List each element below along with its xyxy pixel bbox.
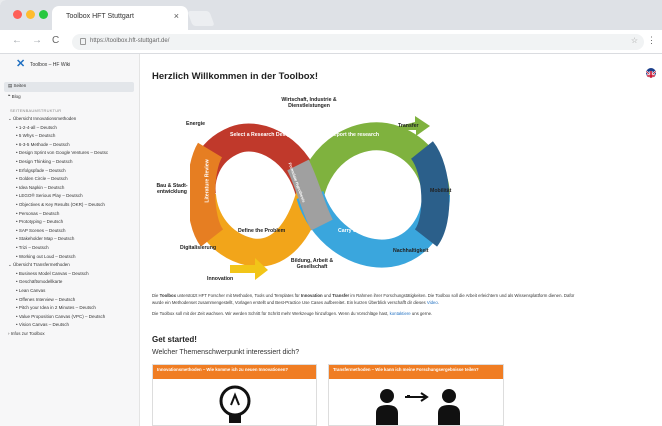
topic-bildung[interactable]: Bildung, Arbeit & Gesellschaft <box>282 258 342 270</box>
card-title: Transfermethoden – Wie kann ich meine Fo… <box>329 365 503 379</box>
label-report-research[interactable]: Report the research <box>330 132 379 138</box>
sidebar: ✕ Toolbox – HF Wiki ▤ Seiten ❝ Blog SEIT… <box>0 54 140 426</box>
contribute-paragraph: Die Toolbox soll mit der Zeit wachsen. W… <box>152 311 433 316</box>
card-transfermethoden[interactable]: Transfermethoden – Wie kann ich meine Fo… <box>328 364 504 426</box>
tree-item[interactable]: • Value Proposition Canvas (VPC) – Deuts… <box>16 314 105 322</box>
uk-flag-icon[interactable] <box>646 68 656 78</box>
contact-link[interactable]: kontaktiere <box>390 311 411 316</box>
topic-question: Welcher Themenschwerpunkt interessiert d… <box>152 349 300 356</box>
segment-interpret-results <box>410 141 450 247</box>
tree-item[interactable]: • Idea Napkin – Deutsch <box>16 185 64 193</box>
tree-item[interactable]: • Pitch your Idea in 2 Minutes – Deutsch <box>16 305 96 313</box>
tree-item[interactable]: • Design Sprint von Google Ventures – De… <box>16 150 108 158</box>
forward-icon[interactable]: → <box>32 35 42 46</box>
label-select-research-design[interactable]: Select a Research Design <box>230 132 293 138</box>
topic-energie[interactable]: Energie <box>186 121 205 127</box>
close-window-button[interactable] <box>13 10 22 19</box>
tree-item[interactable]: • Erfolgspfade – Deutsch <box>16 168 66 176</box>
tree-item[interactable]: • Vision Canvas – Deutsch <box>16 322 69 330</box>
lightbulb-icon <box>219 385 251 423</box>
tree-item[interactable]: • Golden Circle – Deutsch <box>16 176 68 184</box>
topic-nachhaltigkeit[interactable]: Nachhaltigkeit <box>393 248 428 254</box>
address-bar-row: ← → C https://toolbox.hft-stuttgart.de/ … <box>0 30 662 54</box>
tree-item[interactable]: ⌄ Übersicht Transfermethoden <box>8 262 70 270</box>
card-innovationsmethoden[interactable]: Innovationsmethoden – Wie komme ich zu n… <box>152 364 317 426</box>
tree-item[interactable]: • Stakeholder Map – Deutsch <box>16 236 74 244</box>
transfer-people-icon <box>376 389 460 425</box>
tree-item[interactable]: • Offenes Interview – Deutsch <box>16 297 75 305</box>
reload-icon[interactable]: C <box>52 35 59 46</box>
confluence-logo-icon: ✕ <box>16 58 26 70</box>
topic-transfer[interactable]: Transfer <box>398 123 418 129</box>
topic-digitalisierung[interactable]: Digitalisierung <box>180 245 216 251</box>
label-carry-out-research[interactable]: Carry out the research <box>338 228 393 234</box>
tree-item[interactable]: • Geschäftsmodellkarte <box>16 279 62 287</box>
video-link[interactable]: Video <box>427 300 438 305</box>
page-tree-heading: SEITENBAUMSTRUKTUR <box>10 108 62 113</box>
page-title: Herzlich Willkommen in der Toolbox! <box>152 71 319 82</box>
research-cycle-diagram <box>190 116 450 280</box>
intro-paragraph-line1: Die Toolbox unterstützt HFT Forscher mit… <box>152 293 575 298</box>
new-tab-button[interactable] <box>187 11 215 26</box>
label-interpret-results[interactable]: Interpret Results <box>396 157 402 198</box>
browser-window: Toolbox HFT Stuttgart × ← → C https://to… <box>0 0 662 426</box>
browser-tab[interactable]: Toolbox HFT Stuttgart × <box>52 6 188 30</box>
sidebar-item-seiten[interactable]: ▤ Seiten <box>8 83 26 91</box>
sidebar-item-blog[interactable]: ❝ Blog <box>8 94 21 102</box>
tree-item[interactable]: • Design Thinking – Deutsch <box>16 159 73 167</box>
maximize-window-button[interactable] <box>39 10 48 19</box>
tab-title: Toolbox HFT Stuttgart <box>66 13 134 20</box>
card-title: Innovationsmethoden – Wie komme ich zu n… <box>153 365 316 379</box>
tree-item[interactable]: • Prototyping – Deutsch <box>16 219 63 227</box>
tree-item[interactable]: › Infos zur Toolbox <box>8 331 45 339</box>
tree-item[interactable]: • SAP Scenes – Deutsch <box>16 228 66 236</box>
tree-item[interactable]: • 1-2-4-all – Deutsch <box>16 125 57 133</box>
tree-item[interactable]: • Trizi – Deutsch <box>16 245 49 253</box>
minimize-window-button[interactable] <box>26 10 35 19</box>
topic-wirtschaft[interactable]: Wirtschaft, Industrie & Dienstleistungen <box>274 97 344 109</box>
space-name[interactable]: Toolbox – HF Wiki <box>30 62 70 68</box>
topic-bau-stadtentwicklung[interactable]: Bau & Stadt-entwicklung <box>152 183 192 195</box>
url-text: https://toolbox.hft-stuttgart.de/ <box>90 38 170 44</box>
tree-item[interactable]: • LEGO® Serious Play – Deutsch <box>16 193 83 201</box>
tree-item[interactable]: • 6-3-5 Methode – Deutsch <box>16 142 70 150</box>
lock-icon <box>80 38 86 45</box>
tree-item[interactable]: • Business Model Canvas – Deutsch <box>16 271 89 279</box>
tree-item[interactable]: • Personas – Deutsch <box>16 211 59 219</box>
tree-item[interactable]: • 5 Whys – Deutsch <box>16 133 55 141</box>
topic-mobilitaet[interactable]: Mobilität <box>430 188 451 194</box>
tree-item[interactable]: • Objectives & Key Results (OKR) – Deuts… <box>16 202 105 210</box>
label-define-problem[interactable]: Define the Problem <box>238 228 285 234</box>
tab-close-icon[interactable]: × <box>174 11 179 21</box>
browser-menu-icon[interactable]: ⋮ <box>647 35 656 46</box>
get-started-heading: Get started! <box>152 335 197 344</box>
bookmark-star-icon[interactable]: ☆ <box>631 36 638 45</box>
label-literature-review[interactable]: Literature Review <box>205 159 211 202</box>
topic-innovation[interactable]: Innovation <box>207 276 233 282</box>
back-icon[interactable]: ← <box>12 35 22 46</box>
tree-item[interactable]: • Lean Canvas <box>16 288 45 296</box>
tree-item[interactable]: • Working out Loud – Deutsch <box>16 254 76 262</box>
tree-item[interactable]: ⌄ Übersicht Innovationsmethoden <box>8 116 76 124</box>
segment-carry-out-research <box>296 190 450 268</box>
tab-bar: Toolbox HFT Stuttgart × <box>0 0 662 30</box>
intro-paragraph-line2: wurde ein Methodenset zusammengestellt, … <box>152 300 439 305</box>
url-field[interactable]: https://toolbox.hft-stuttgart.de/ ☆ <box>72 34 644 50</box>
